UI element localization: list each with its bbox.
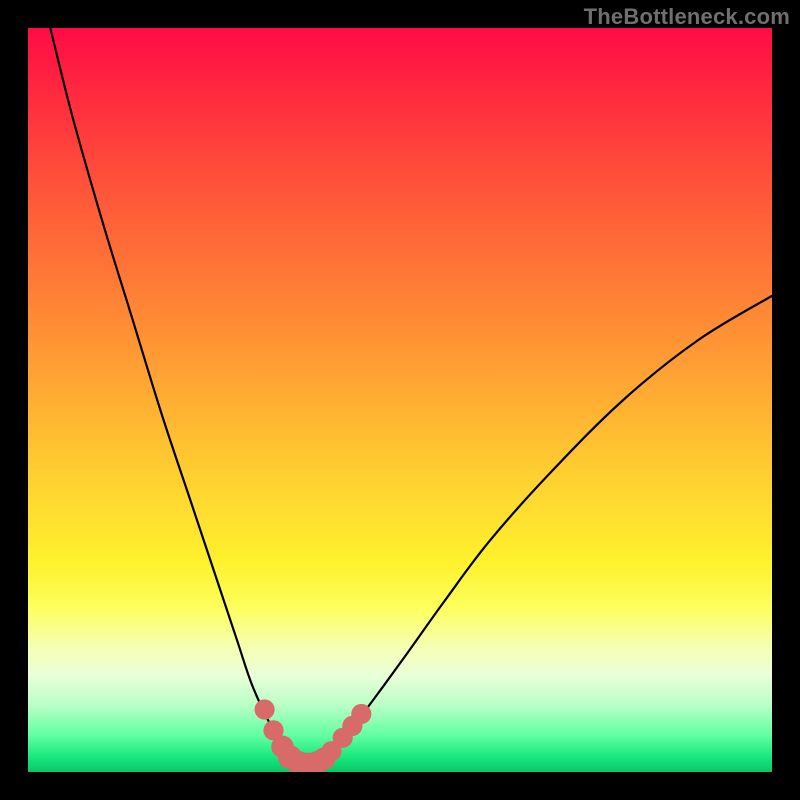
chart-plot-area bbox=[28, 28, 772, 772]
chart-frame: TheBottleneck.com bbox=[0, 0, 800, 800]
highlight-markers bbox=[255, 699, 372, 772]
highlight-marker bbox=[351, 704, 371, 724]
watermark-label: TheBottleneck.com bbox=[584, 4, 790, 30]
bottleneck-curve bbox=[50, 28, 772, 765]
highlight-marker bbox=[255, 699, 275, 719]
chart-svg bbox=[28, 28, 772, 772]
